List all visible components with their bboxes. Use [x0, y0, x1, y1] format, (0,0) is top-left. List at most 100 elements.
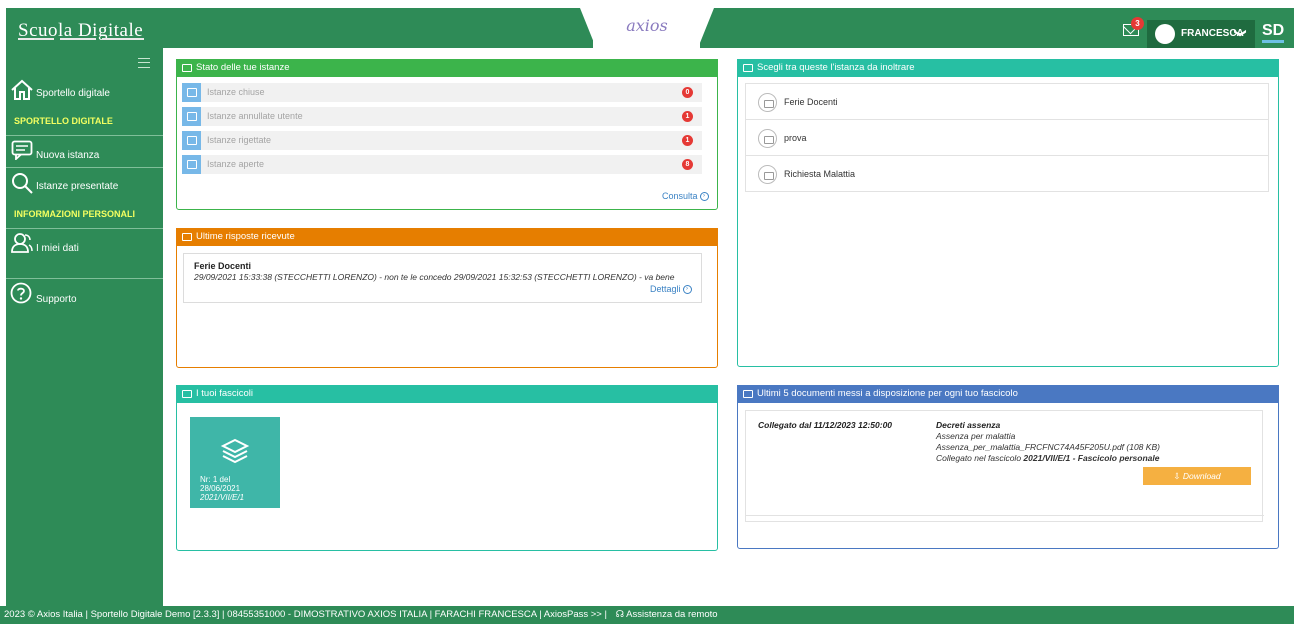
- option-label: prova: [784, 133, 807, 143]
- axios-logo[interactable]: axios: [618, 16, 676, 36]
- brand-underline: [60, 38, 96, 40]
- doc-fascicolo: Collegato nel fascicolo 2021/VII/E/1 - F…: [936, 453, 1159, 463]
- sidebar-item-miei-dati[interactable]: I miei dati: [6, 232, 163, 262]
- stato-istanze-panel: Stato delle tue istanze Istanze chiuse 0…: [176, 59, 718, 210]
- risposta-text: 29/09/2021 15:33:38 (STECCHETTI LORENZO)…: [194, 272, 675, 282]
- panel-header: Ultimi 5 documenti messi a disposizione …: [737, 385, 1279, 403]
- sd-logo[interactable]: SD: [1262, 22, 1285, 43]
- sidebar-item-label: I miei dati: [36, 243, 79, 254]
- sidebar-item-nuova-istanza[interactable]: Nuova istanza: [6, 138, 163, 166]
- dettagli-link[interactable]: Dettagli ›: [650, 284, 692, 295]
- chat-icon: [182, 155, 201, 174]
- footer-text: 2023 © Axios Italia | Sportello Digitale…: [4, 609, 607, 620]
- assistenza-link[interactable]: ☊ Assistenza da remoto: [616, 609, 718, 620]
- risposte-panel: Ultime risposte ricevute Ferie Docenti 2…: [176, 228, 718, 368]
- chat-icon: [182, 64, 192, 72]
- fascicolo-date: 28/06/2021: [200, 484, 241, 493]
- list-item[interactable]: Istanze annullate utente 1: [182, 107, 702, 126]
- divider: [746, 515, 1264, 516]
- download-icon: ⇩: [1173, 471, 1183, 481]
- layers-icon: [220, 438, 250, 464]
- list-item[interactable]: Istanze rigettate 1: [182, 131, 702, 150]
- count-badge: 1: [682, 111, 693, 122]
- mail-badge: 3: [1131, 17, 1144, 30]
- count-badge: 0: [682, 87, 693, 98]
- panel-title: I tuoi fascicoli: [196, 388, 254, 399]
- count-badge: 1: [682, 135, 693, 146]
- list-item[interactable]: Istanze chiuse 0: [182, 83, 702, 102]
- panel-header: Stato delle tue istanze: [176, 59, 718, 77]
- section-sportello-digitale: SPORTELLO DIGITALE: [14, 116, 113, 126]
- avatar: [1155, 24, 1175, 44]
- chat-icon: [182, 107, 201, 126]
- option-label: Ferie Docenti: [784, 97, 838, 107]
- sidebar-item-label: Sportello digitale: [36, 88, 110, 99]
- option-label: Richiesta Malattia: [784, 169, 856, 179]
- chat-icon: [182, 131, 201, 150]
- search-icon: [12, 173, 33, 194]
- sidebar-item-supporto[interactable]: Supporto: [6, 282, 163, 312]
- documenti-panel: Ultimi 5 documenti messi a disposizione …: [737, 385, 1279, 549]
- sidebar-divider: [6, 167, 163, 168]
- chat-icon: [743, 390, 753, 398]
- chat-icon: [758, 93, 777, 112]
- sidebar-divider: [6, 228, 163, 229]
- download-button[interactable]: ⇩ Download: [1143, 467, 1251, 485]
- chat-icon: [758, 165, 777, 184]
- chevron-down-icon: ❯: [1234, 27, 1249, 39]
- user-menu-button[interactable]: FRANCESCA ❯: [1147, 20, 1255, 48]
- doc-fascicolo-name: 2021/VII/E/1 - Fascicolo personale: [1023, 453, 1160, 463]
- doc-title: Decreti assenza: [936, 420, 1001, 430]
- stat-label: Istanze rigettate: [207, 135, 272, 145]
- list-item[interactable]: Istanze aperte 8: [182, 155, 702, 174]
- chat-icon: [743, 64, 753, 72]
- help-icon: [10, 282, 32, 304]
- stat-label: Istanze aperte: [207, 159, 265, 169]
- sidebar-divider: [6, 135, 163, 136]
- home-icon: [11, 79, 33, 100]
- sidebar-item-label: Istanze presentate: [36, 181, 119, 192]
- chat-icon: [182, 390, 192, 398]
- istanza-option[interactable]: Richiesta Malattia: [745, 155, 1269, 192]
- sidebar: Sportello digitale SPORTELLO DIGITALE Nu…: [6, 48, 163, 606]
- section-informazioni-personali: INFORMAZIONI PERSONALI: [14, 209, 135, 219]
- assistenza-label: Assistenza da remoto: [626, 609, 718, 620]
- panel-title: Ultimi 5 documenti messi a disposizione …: [757, 388, 1018, 399]
- documento-card: Collegato dal 11/12/2023 12:50:00 Decret…: [745, 410, 1264, 522]
- chat-icon: [758, 129, 777, 148]
- panel-title: Scegli tra queste l'istanza da inoltrare: [757, 62, 915, 73]
- stat-label: Istanze chiuse: [207, 87, 265, 97]
- count-badge: 8: [682, 159, 693, 170]
- fascicolo-code: 2021/VII/E/1: [200, 493, 245, 502]
- panel-header: I tuoi fascicoli: [176, 385, 718, 403]
- fascicolo-number: Nr: 1 del: [200, 475, 231, 484]
- consulta-link[interactable]: Consulta ›: [662, 191, 709, 202]
- risposta-title: Ferie Docenti: [194, 261, 252, 271]
- panel-title: Ultime risposte ricevute: [196, 231, 295, 242]
- risposta-card: Ferie Docenti 29/09/2021 15:33:38 (STECC…: [183, 253, 702, 303]
- istanza-option[interactable]: Ferie Docenti: [745, 83, 1269, 120]
- sidebar-item-sportello[interactable]: Sportello digitale: [6, 78, 163, 108]
- arrow-right-icon: ›: [682, 285, 692, 295]
- fascicoli-panel: I tuoi fascicoli Nr: 1 del 28/06/2021 20…: [176, 385, 718, 551]
- link-label: Dettagli: [650, 284, 681, 294]
- panel-header: Scegli tra queste l'istanza da inoltrare: [737, 59, 1279, 77]
- fascicolo-card[interactable]: Nr: 1 del 28/06/2021 2021/VII/E/1: [190, 417, 280, 508]
- download-label: Download: [1182, 471, 1221, 481]
- menu-toggle-icon[interactable]: [138, 58, 150, 68]
- chat-icon: [182, 83, 201, 102]
- arrow-right-icon: ›: [699, 192, 709, 202]
- panel-title: Stato delle tue istanze: [196, 62, 290, 73]
- istanza-option[interactable]: prova: [745, 119, 1269, 156]
- doc-fascicolo-prefix: Collegato nel fascicolo: [936, 453, 1024, 463]
- brand-underline: [102, 38, 144, 40]
- sidebar-item-istanze-presentate[interactable]: Istanze presentate: [6, 170, 163, 200]
- doc-filename: Assenza_per_malattia_FRCFNC74A45F205U.pd…: [936, 442, 1160, 452]
- headset-icon: ☊: [615, 609, 627, 620]
- top-bar-left: [163, 8, 593, 48]
- footer: 2023 © Axios Italia | Sportello Digitale…: [0, 606, 1294, 624]
- stat-label: Istanze annullate utente: [207, 111, 303, 121]
- brand-logo[interactable]: Scuola Digitale: [6, 8, 163, 48]
- sidebar-item-label: Supporto: [36, 294, 77, 305]
- link-label: Consulta: [662, 191, 698, 201]
